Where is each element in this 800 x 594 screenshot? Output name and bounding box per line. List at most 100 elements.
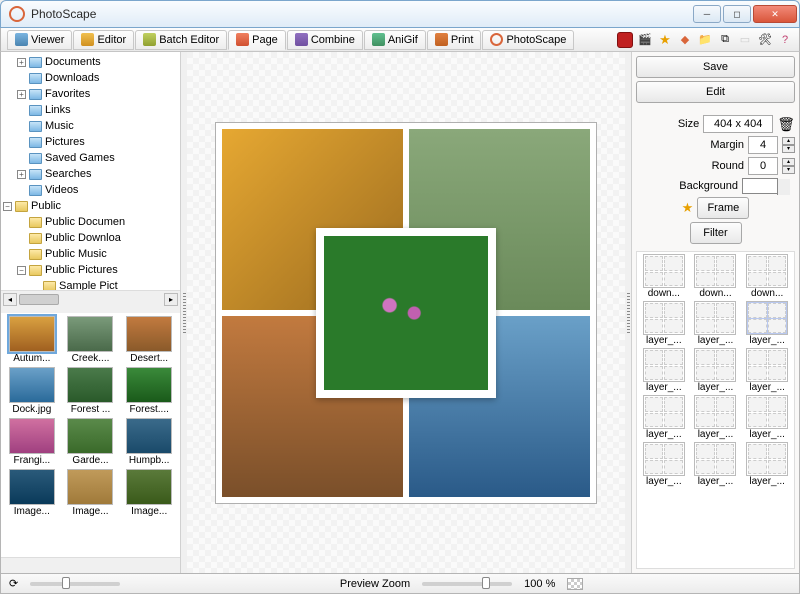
thumbnail[interactable]	[67, 367, 113, 403]
close-button[interactable]: ✕	[753, 5, 797, 23]
thumbnail[interactable]	[126, 418, 172, 454]
tree-item[interactable]: Sample Pict	[59, 278, 118, 290]
tab-print[interactable]: Print	[427, 30, 482, 50]
tree-item[interactable]: Public Downloa	[45, 230, 121, 246]
margin-spinner[interactable]: ▴▾	[782, 137, 795, 153]
tab-editor[interactable]: Editor	[73, 30, 134, 50]
tab-viewer[interactable]: Viewer	[7, 30, 72, 50]
tree-item[interactable]: Searches	[45, 166, 91, 182]
tab-page[interactable]: Page	[228, 30, 286, 50]
thumb-label: Forest ...	[71, 404, 110, 415]
template-item[interactable]	[746, 442, 788, 476]
refresh-icon[interactable]: ⟳	[9, 577, 18, 590]
template-item[interactable]	[643, 301, 685, 335]
tab-label: PhotoScape	[506, 34, 566, 46]
tree-item[interactable]: Videos	[45, 182, 78, 198]
tree-item[interactable]: Links	[45, 102, 71, 118]
tree-item[interactable]: Documents	[45, 54, 101, 70]
thumb-label: Autum...	[13, 353, 50, 364]
round-value[interactable]: 0	[748, 157, 778, 175]
zoom-label: Preview Zoom	[340, 578, 410, 590]
thumbnail[interactable]	[67, 316, 113, 352]
trash-icon[interactable]: 🗑	[777, 116, 795, 133]
collage-center-cell[interactable]	[316, 228, 496, 398]
tools-icon[interactable]: 🛠	[757, 32, 773, 48]
background-color-picker[interactable]	[742, 178, 778, 194]
template-item[interactable]	[643, 348, 685, 382]
tree-item[interactable]: Public Pictures	[45, 262, 118, 278]
thumbnail-browser: Autum... Creek.... Desert... Dock.jpg Fo…	[1, 313, 180, 557]
tree-item[interactable]: Downloads	[45, 70, 99, 86]
help-icon[interactable]: ?	[777, 32, 793, 48]
margin-value[interactable]: 4	[748, 136, 778, 154]
template-item[interactable]	[746, 301, 788, 335]
main-area: +Documents Downloads +Favorites Links Mu…	[0, 52, 800, 574]
tree-item[interactable]: Pictures	[45, 134, 85, 150]
thumbnail[interactable]	[9, 367, 55, 403]
thumbnail[interactable]	[9, 316, 55, 352]
save-button[interactable]: Save	[636, 56, 795, 78]
template-item[interactable]	[746, 395, 788, 429]
template-item[interactable]	[694, 395, 736, 429]
frame-button[interactable]: Frame	[697, 197, 749, 219]
size-value[interactable]: 404 x 404	[703, 115, 773, 133]
anigif-icon	[372, 33, 385, 46]
thumbnail[interactable]	[126, 367, 172, 403]
template-item[interactable]	[746, 348, 788, 382]
tree-item[interactable]: Saved Games	[45, 150, 115, 166]
tree-item[interactable]: Public Music	[45, 246, 107, 262]
tab-combine[interactable]: Combine	[287, 30, 363, 50]
tab-anigif[interactable]: AniGif	[364, 30, 426, 50]
paste-icon[interactable]: ▭	[737, 32, 753, 48]
round-spinner[interactable]: ▴▾	[782, 158, 795, 174]
template-item[interactable]	[643, 395, 685, 429]
menu-icon[interactable]	[617, 32, 633, 48]
template-item[interactable]	[694, 348, 736, 382]
template-item[interactable]	[643, 254, 685, 288]
folder-open-icon[interactable]: 📁	[697, 32, 713, 48]
thumbs-scrollbar[interactable]	[1, 557, 180, 573]
canvas-area[interactable]	[187, 52, 625, 573]
right-panel: Save Edit Size 404 x 404 🗑 Margin 4 ▴▾ R…	[631, 52, 799, 573]
photoscape-icon	[490, 33, 503, 46]
film-icon[interactable]: 🎬	[637, 32, 653, 48]
thumbnail[interactable]	[126, 316, 172, 352]
favorite-icon[interactable]: ★	[682, 200, 694, 216]
minimize-button[interactable]: ─	[693, 5, 721, 23]
thumbnail-size-slider[interactable]	[30, 582, 120, 586]
template-item[interactable]	[694, 301, 736, 335]
thumbnail[interactable]	[67, 418, 113, 454]
tree-item[interactable]: Public	[31, 198, 61, 214]
thumb-label: Dock.jpg	[12, 404, 51, 415]
thumbnail[interactable]	[9, 469, 55, 505]
maximize-button[interactable]: ◻	[723, 5, 751, 23]
copy-icon[interactable]: ⧉	[717, 32, 733, 48]
bookmark-icon[interactable]: ◆	[677, 32, 693, 48]
template-item[interactable]	[694, 442, 736, 476]
margin-label: Margin	[710, 139, 744, 151]
template-item[interactable]	[746, 254, 788, 288]
thumbnail[interactable]	[67, 469, 113, 505]
folder-tree[interactable]: +Documents Downloads +Favorites Links Mu…	[1, 52, 180, 290]
thumb-label: Forest....	[129, 404, 168, 415]
filter-button[interactable]: Filter	[690, 222, 742, 244]
tree-item[interactable]: Favorites	[45, 86, 90, 102]
transparency-icon[interactable]	[567, 578, 583, 590]
template-item[interactable]	[643, 442, 685, 476]
tree-scrollbar[interactable]: ◂▸	[1, 290, 180, 307]
zoom-slider[interactable]	[422, 582, 512, 586]
template-item[interactable]	[694, 254, 736, 288]
tab-batch-editor[interactable]: Batch Editor	[135, 30, 227, 50]
tree-item[interactable]: Music	[45, 118, 74, 134]
page-collage[interactable]	[216, 123, 596, 503]
edit-button[interactable]: Edit	[636, 81, 795, 103]
thumbnail[interactable]	[9, 418, 55, 454]
tab-photoscape[interactable]: PhotoScape	[482, 30, 574, 50]
thumb-label: Image...	[14, 506, 50, 517]
thumbnail[interactable]	[126, 469, 172, 505]
star-icon[interactable]: ★	[657, 32, 673, 48]
thumb-label: Image...	[72, 506, 108, 517]
thumb-label: Creek....	[72, 353, 110, 364]
tab-label: Combine	[311, 34, 355, 46]
tree-item[interactable]: Public Documen	[45, 214, 125, 230]
